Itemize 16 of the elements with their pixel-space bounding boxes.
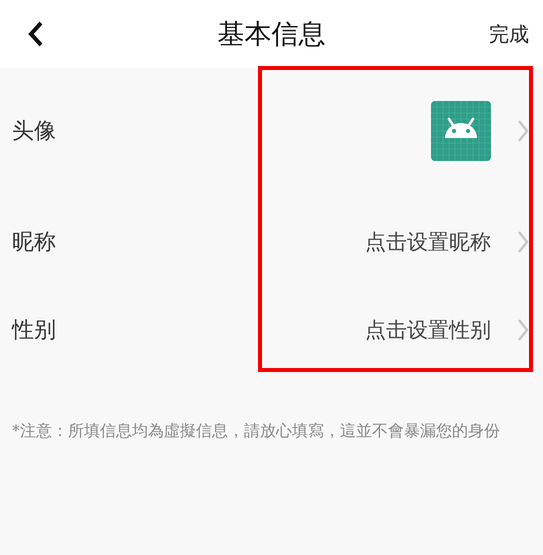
chevron-icon — [517, 119, 529, 143]
chevron-icon — [517, 318, 529, 342]
avatar-icon — [431, 101, 491, 161]
page-title: 基本信息 — [218, 18, 326, 52]
back-icon[interactable] — [28, 21, 44, 47]
settings-row[interactable]: 头像 — [0, 68, 543, 194]
settings-row[interactable]: 昵称 点击设置昵称 — [0, 194, 543, 290]
settings-row[interactable]: 性别 点击设置性别 — [0, 290, 543, 370]
row-label: 头像 — [12, 118, 56, 146]
chevron-icon — [517, 230, 529, 254]
row-value: 点击设置性别 — [365, 317, 491, 344]
row-label: 性别 — [12, 317, 56, 345]
row-value: 点击设置昵称 — [365, 229, 491, 256]
notice-text: *注意：所填信息均為虛擬信息，請放心填寫，這並不會暴漏您的身份 — [12, 420, 501, 442]
done-button[interactable]: 完成 — [489, 20, 529, 48]
row-label: 昵称 — [12, 229, 56, 257]
